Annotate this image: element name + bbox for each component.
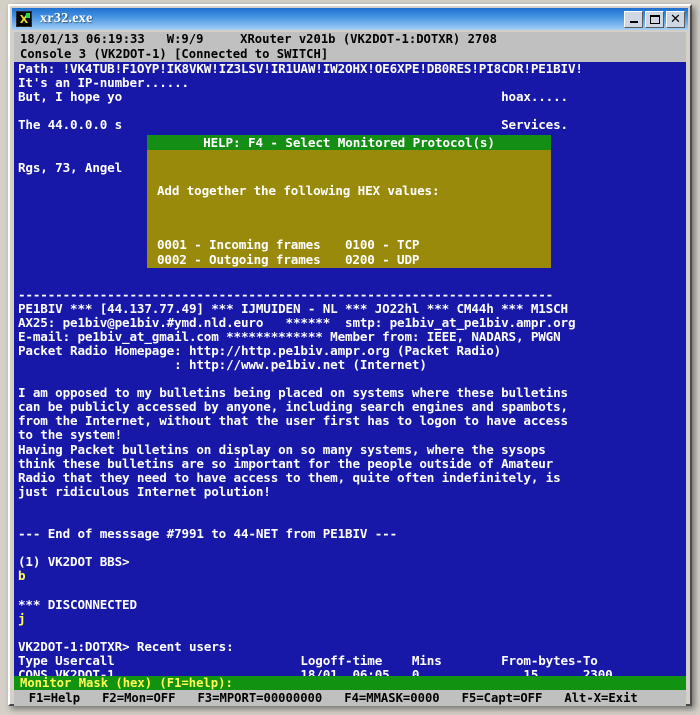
terminal-line: Radio that they need to have access to t… xyxy=(18,469,561,485)
table-row: CONS VK2DOT-1 18/01 06:05 0 15 2300 xyxy=(18,667,613,676)
terminal-echo-line: b xyxy=(18,568,26,584)
help-dialog-right-column: 0100 - TCP0200 - UDP0400 - KISS0800 - SL… xyxy=(345,238,535,268)
fkey-f3[interactable]: F3=MPORT=00000000 xyxy=(197,690,322,706)
terminal-echo-line: j xyxy=(18,610,26,626)
terminal-output[interactable]: Path: !VK4TUB!F1OYP!IK8VKW!IZ3LSV!IR1UAW… xyxy=(14,62,686,676)
application-window: X xr32.exe ✕ 18/01/13 06:19:33 W:9/9 XRo… xyxy=(8,4,692,706)
help-dialog[interactable]: HELP: F4 - Select Monitored Protocol(s) … xyxy=(147,135,551,268)
terminal-line: I am opposed to my bulletins being place… xyxy=(18,385,568,401)
terminal-line: think these bulletins are so important f… xyxy=(18,455,554,471)
fkey-gap xyxy=(542,690,564,706)
terminal-line: (1) VK2DOT BBS> xyxy=(18,554,130,570)
terminal-line: AX25: pe1biv@pe1biv.#ymd.nld.euro ******… xyxy=(18,314,576,330)
help-dialog-intro: Add together the following HEX values: xyxy=(157,183,440,199)
help-protocol-item: 0001 - Incoming frames xyxy=(157,237,321,253)
fkey-f1[interactable]: F1=Help xyxy=(29,690,80,706)
terminal-line: from the Internet, without that the user… xyxy=(18,413,568,429)
terminal-line: to the system! xyxy=(18,427,123,443)
app-icon[interactable]: X xyxy=(16,11,32,27)
close-button[interactable]: ✕ xyxy=(666,10,685,28)
status-header-line1: 18/01/13 06:19:33 W:9/9 XRouter v201b (V… xyxy=(20,32,497,46)
terminal-line: Path: !VK4TUB!F1OYP!IK8VKW!IZ3LSV!IR1UAW… xyxy=(18,62,583,76)
terminal-line: The 44.0.0.0 s Services. xyxy=(18,117,568,133)
fkey-f2[interactable]: F2=Mon=OFF xyxy=(102,690,175,706)
minimize-button[interactable] xyxy=(624,10,643,28)
terminal-line: Having Packet bulletins on display on so… xyxy=(18,441,546,457)
terminal-line: : http://www.pe1biv.net (Internet) xyxy=(18,356,427,372)
status-header: 18/01/13 06:19:33 W:9/9 XRouter v201b (V… xyxy=(14,32,686,62)
monitor-mask-prompt-label: Monitor Mask (hex) (F1=help): xyxy=(20,676,233,690)
disconnected-line: *** DISCONNECTED xyxy=(18,596,137,612)
function-key-bar: F1=Help F2=Mon=OFF F3=MPORT=00000000 F4=… xyxy=(14,690,686,706)
terminal-line: ----------------------------------------… xyxy=(18,286,554,302)
fkey-gap xyxy=(440,690,462,706)
table-header-row: Type Usercall Logoff-time Mins From-byte… xyxy=(18,652,598,668)
terminal-line: PE1BIV *** [44.137.77.49] *** IJMUIDEN -… xyxy=(18,300,568,316)
minimize-icon xyxy=(629,21,638,23)
window-controls: ✕ xyxy=(624,10,685,28)
terminal-line: But, I hope yo hoax..... xyxy=(18,89,568,105)
help-dialog-title: HELP: F4 - Select Monitored Protocol(s) xyxy=(147,135,551,150)
terminal-line: can be publicly accessed by anyone, incl… xyxy=(18,399,568,415)
fkey-gap xyxy=(80,690,102,706)
monitor-mask-prompt[interactable]: Monitor Mask (hex) (F1=help): xyxy=(14,676,686,690)
fkey-f5[interactable]: F5=Capt=OFF xyxy=(462,690,543,706)
fkey-alt-x[interactable]: Alt-X=Exit xyxy=(564,690,637,706)
help-dialog-left-column: 0001 - Incoming frames 0002 - Outgoing fr… xyxy=(147,238,345,268)
help-protocol-item: 0100 - TCP xyxy=(345,237,420,253)
close-icon: ✕ xyxy=(670,11,681,27)
terminal-line: Packet Radio Homepage: http://http.pe1bi… xyxy=(18,342,502,358)
fkey-gap xyxy=(14,690,29,706)
status-header-line2: Console 3 (VK2DOT-1) [Connected to SWITC… xyxy=(20,47,329,61)
recent-users-header: VK2DOT-1:DOTXR> Recent users: xyxy=(18,638,234,654)
help-protocol-item: 0004 - Data payload xyxy=(157,266,345,268)
help-dialog-body: Add together the following HEX values: 0… xyxy=(147,150,551,268)
help-dialog-columns: 0001 - Incoming frames 0002 - Outgoing fr… xyxy=(147,226,551,268)
help-protocol-item: 0400 - KISS xyxy=(345,266,535,268)
help-protocol-item: 0002 - Outgoing frames xyxy=(157,251,321,267)
terminal-line: --- End of messsage #7991 to 44-NET from… xyxy=(18,526,398,542)
help-protocol-item: 0200 - UDP xyxy=(345,251,420,267)
window-title: xr32.exe xyxy=(40,11,93,26)
fkey-f4[interactable]: F4=MMASK=0000 xyxy=(344,690,439,706)
maximize-icon xyxy=(649,14,660,24)
maximize-button[interactable] xyxy=(645,10,664,28)
terminal-line: E-mail: pe1biv_at_gmail.com ************… xyxy=(18,328,561,344)
title-bar[interactable]: X xr32.exe ✕ xyxy=(12,8,688,30)
terminal-line: It's an IP-number...... xyxy=(18,75,189,91)
terminal-right-edge xyxy=(684,62,686,676)
fkey-gap xyxy=(322,690,344,706)
fkey-gap xyxy=(175,690,197,706)
terminal-line: just ridiculous Internet polution! xyxy=(18,483,271,499)
